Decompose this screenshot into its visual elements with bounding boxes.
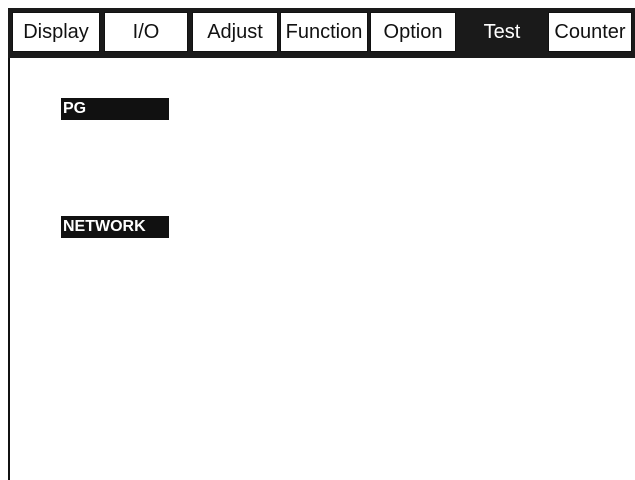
pg-button[interactable]: PG xyxy=(61,98,169,120)
tab-test[interactable]: Test xyxy=(460,12,544,52)
tab-adjust[interactable]: Adjust xyxy=(192,12,278,52)
test-screen: Display I/O Adjust Function Option Test … xyxy=(0,0,635,480)
tab-function[interactable]: Function xyxy=(280,12,368,52)
tab-bar: Display I/O Adjust Function Option Test … xyxy=(8,8,635,58)
tab-io[interactable]: I/O xyxy=(104,12,188,52)
tab-option[interactable]: Option xyxy=(370,12,456,52)
tab-counter[interactable]: Counter xyxy=(548,12,632,52)
network-button[interactable]: NETWORK xyxy=(61,216,169,238)
tab-display[interactable]: Display xyxy=(12,12,100,52)
test-content-panel: PG NETWORK xyxy=(8,58,635,480)
